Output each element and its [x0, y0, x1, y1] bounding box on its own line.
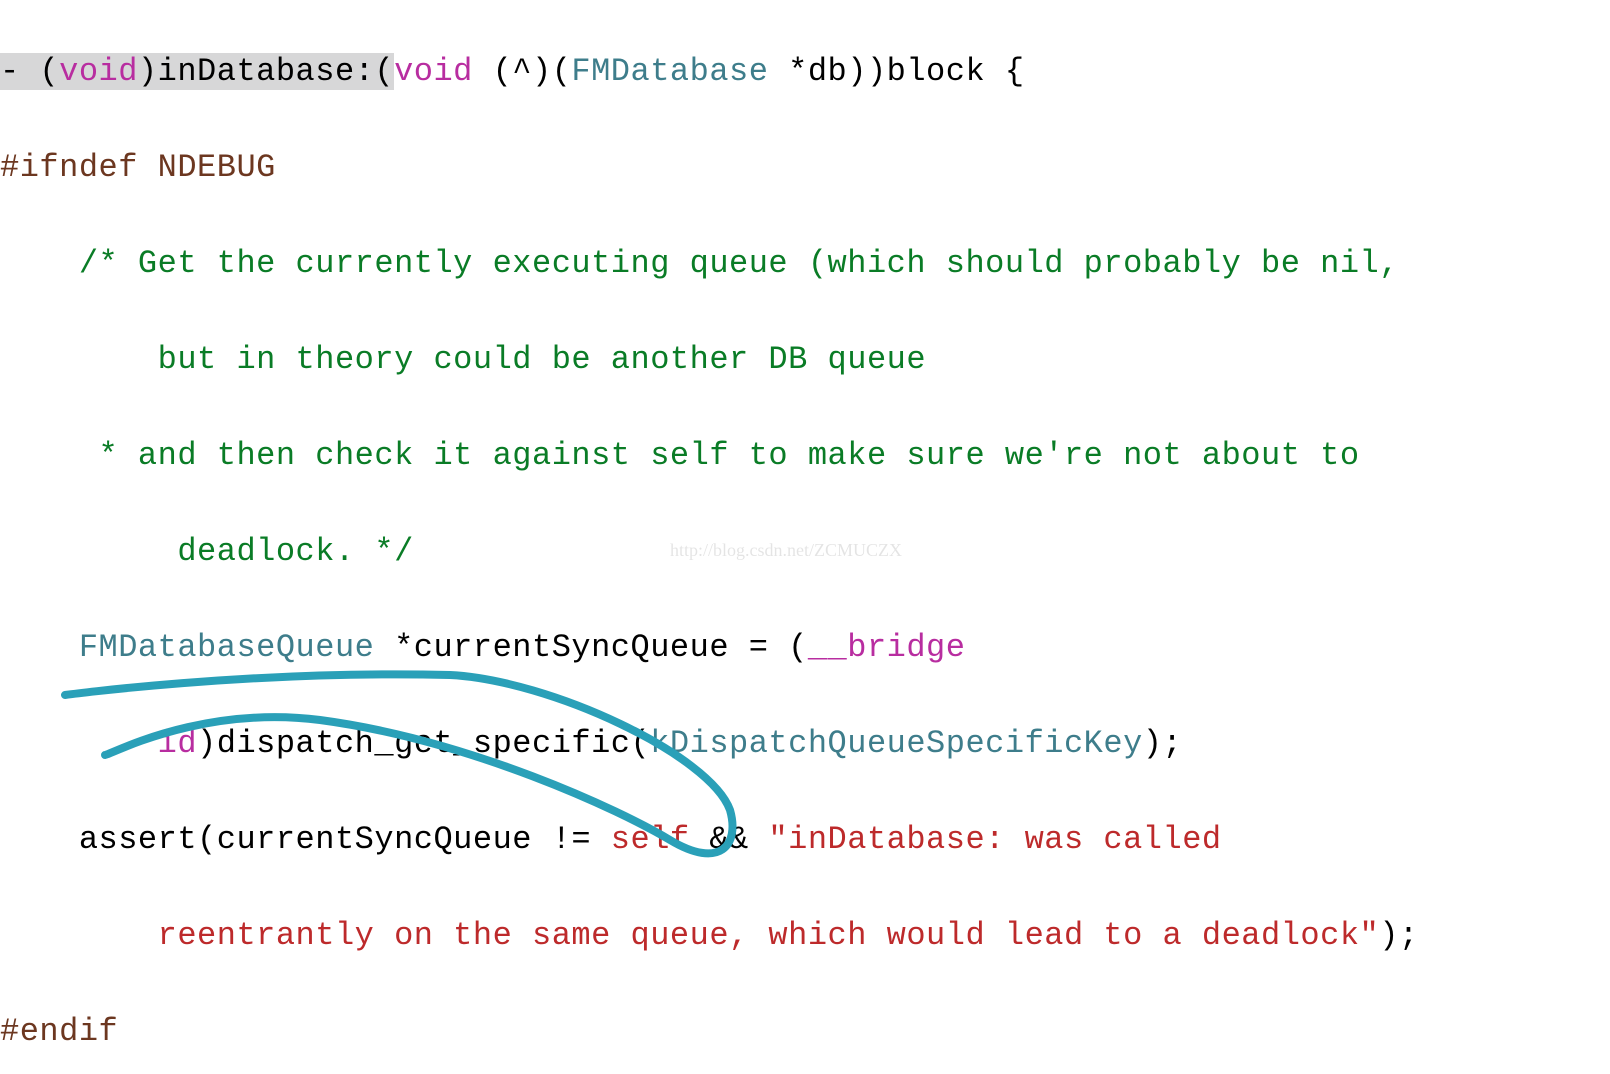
code-line-4: * and then check it against self to make… [0, 432, 1610, 480]
code-line-7: #endif [0, 1008, 1610, 1056]
code-line-5b: id)dispatch_get_specific(kDispatchQueueS… [0, 720, 1610, 768]
code-line-3: /* Get the currently executing queue (wh… [0, 240, 1610, 288]
code-line-5: FMDatabaseQueue *currentSyncQueue = (__b… [0, 624, 1610, 672]
code-block: - (void)inDatabase:(void (^)(FMDatabase … [0, 0, 1610, 1074]
code-line-4b: deadlock. */ [0, 528, 1610, 576]
code-line-2: #ifndef NDEBUG [0, 144, 1610, 192]
code-line-6: assert(currentSyncQueue != self && "inDa… [0, 816, 1610, 864]
code-line-1: - (void)inDatabase:(void (^)(FMDatabase … [0, 48, 1610, 96]
code-line-6b: reentrantly on the same queue, which wou… [0, 912, 1610, 960]
code-line-3b: but in theory could be another DB queue [0, 336, 1610, 384]
